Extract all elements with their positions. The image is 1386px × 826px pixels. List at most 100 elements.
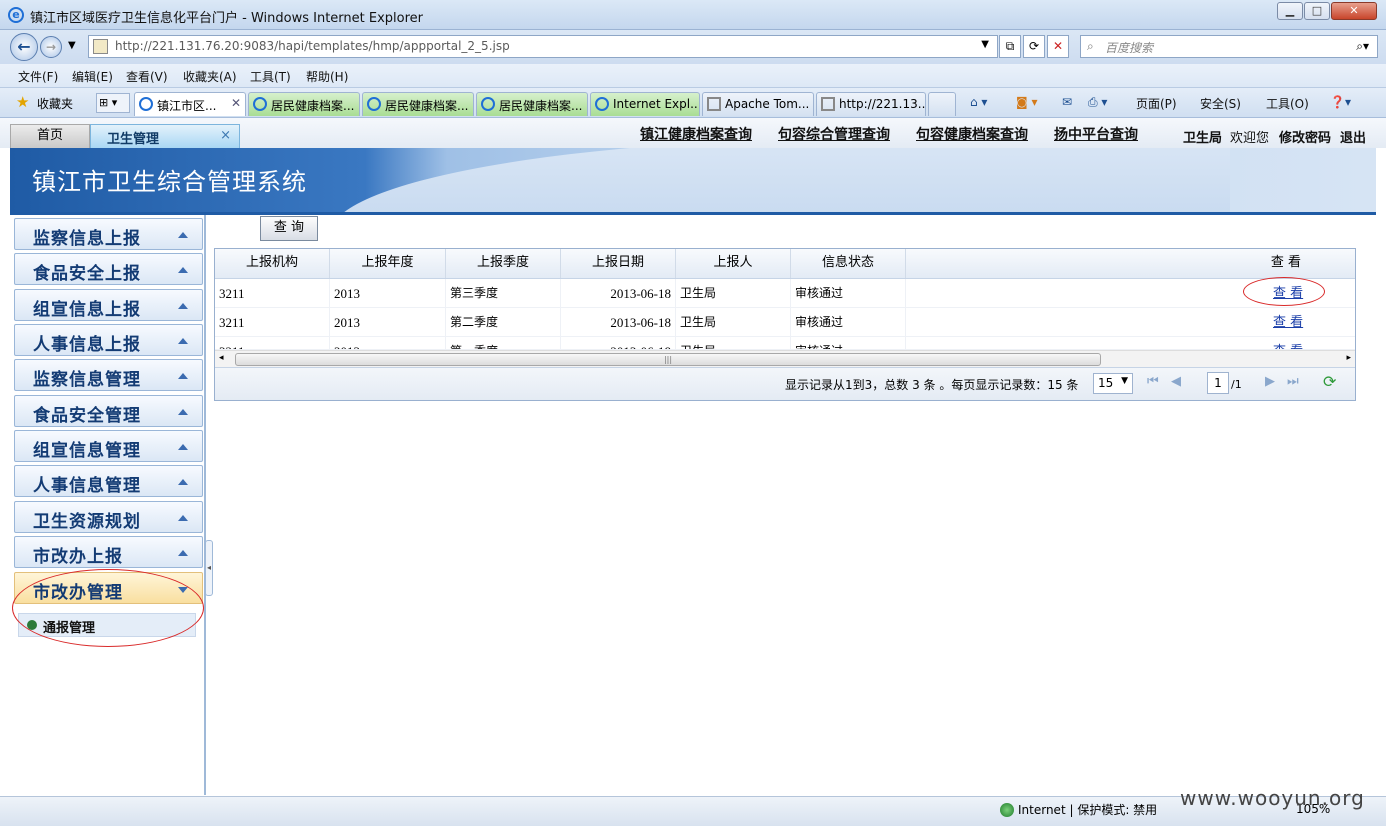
- collapse-arrow-icon: [178, 444, 188, 450]
- tab-home[interactable]: 首页: [10, 124, 90, 148]
- address-bar[interactable]: http://221.131.76.20:9083/hapi/templates…: [88, 35, 998, 58]
- view-link[interactable]: 查 看: [1269, 308, 1309, 337]
- new-tab-button[interactable]: [928, 92, 956, 116]
- print-icon[interactable]: ⎙ ▾: [1088, 95, 1107, 110]
- menu-view[interactable]: 查看(V): [126, 68, 168, 85]
- menu-bar: 文件(F) 编辑(E) 查看(V) 收藏夹(A) 工具(T) 帮助(H): [0, 64, 1386, 88]
- browser-tab-5[interactable]: Internet Expl...: [590, 92, 700, 116]
- collapse-arrow-icon: [178, 232, 188, 238]
- sidebar-item-personnel-report[interactable]: 人事信息上报: [14, 324, 203, 356]
- tab-health-management[interactable]: 卫生管理 ×: [90, 124, 240, 148]
- search-box[interactable]: ⌕ 百度搜索 ⌕▾: [1080, 35, 1378, 58]
- scroll-right-icon[interactable]: ▸: [1346, 353, 1351, 363]
- sidebar-item-publicity-management[interactable]: 组宣信息管理: [14, 430, 203, 462]
- next-page-icon[interactable]: ▶: [1265, 374, 1275, 389]
- mail-icon[interactable]: ✉: [1062, 95, 1072, 109]
- link-zhenjiang-health-records[interactable]: 镇江健康档案查询: [640, 124, 752, 144]
- sidebar-item-resource-planning[interactable]: 卫生资源规划: [14, 501, 203, 533]
- highlight-circle: [1243, 277, 1325, 306]
- menu-favorites[interactable]: 收藏夹(A): [183, 68, 237, 85]
- cell-status: 审核通过: [791, 337, 906, 349]
- refresh-icon[interactable]: ⟳: [1323, 372, 1336, 391]
- stop-icon[interactable]: ✕: [1047, 35, 1069, 58]
- sidebar-item-label: 监察信息上报: [33, 229, 141, 249]
- browser-tab-2[interactable]: 居民健康档案...: [248, 92, 360, 116]
- app-header: 首页 卫生管理 × 镇江健康档案查询 句容综合管理查询 句容健康档案查询 扬中平…: [0, 118, 1386, 148]
- collapse-arrow-icon: [178, 373, 188, 379]
- cell-reporter: 卫生局: [676, 308, 791, 337]
- home-icon[interactable]: ⌂ ▾: [970, 95, 987, 109]
- table-row[interactable]: 3211 2013 第三季度 2013-06-18 卫生局 审核通过 查 看: [215, 277, 1355, 308]
- sidebar-item-supervision-management[interactable]: 监察信息管理: [14, 359, 203, 391]
- menu-help[interactable]: 帮助(H): [306, 68, 348, 85]
- collapse-arrow-icon: [178, 515, 188, 521]
- sidebar-item-personnel-management[interactable]: 人事信息管理: [14, 465, 203, 497]
- history-dropdown-icon[interactable]: ▼: [68, 40, 76, 51]
- safety-menu[interactable]: 安全(S): [1200, 95, 1241, 112]
- link-yangzhong-platform[interactable]: 扬中平台查询: [1054, 124, 1138, 144]
- tools-menu[interactable]: 工具(O): [1266, 95, 1309, 112]
- sidebar-collapse-handle[interactable]: ◂: [205, 540, 213, 596]
- cell-date: 2013-06-18: [561, 337, 676, 349]
- sidebar-item-label: 食品安全上报: [33, 264, 141, 284]
- search-glass-icon: ⌕: [1087, 39, 1094, 53]
- change-password-link[interactable]: 修改密码: [1279, 127, 1331, 146]
- favorites-button[interactable]: 收藏夹: [37, 95, 73, 112]
- security-zone[interactable]: Internet | 保护模式: 禁用: [1018, 801, 1157, 818]
- minimize-button[interactable]: ▁: [1277, 2, 1303, 20]
- system-banner: 镇江市卫生综合管理系统: [10, 148, 1376, 214]
- first-page-icon[interactable]: ⏮: [1147, 374, 1159, 389]
- link-jurong-management[interactable]: 句容综合管理查询: [778, 124, 890, 144]
- query-button[interactable]: 查 询: [260, 216, 318, 241]
- close-button[interactable]: ✕: [1331, 2, 1377, 20]
- horizontal-scrollbar[interactable]: ◂ ||| ▸: [215, 350, 1355, 367]
- menu-edit[interactable]: 编辑(E): [72, 68, 113, 85]
- address-dropdown-icon[interactable]: ▼: [981, 39, 989, 50]
- column-header-status[interactable]: 信息状态: [791, 249, 906, 278]
- column-header-reporter[interactable]: 上报人: [676, 249, 791, 278]
- link-jurong-health-records[interactable]: 句容健康档案查询: [916, 124, 1028, 144]
- prev-page-icon[interactable]: ◀: [1171, 374, 1181, 389]
- sidebar-item-supervision-report[interactable]: 监察信息上报: [14, 218, 203, 250]
- cell-quarter: 第一季度: [446, 337, 561, 349]
- cell-reporter: 卫生局: [676, 337, 791, 349]
- scroll-left-icon[interactable]: ◂: [219, 353, 224, 363]
- last-page-icon[interactable]: ⏭: [1287, 374, 1299, 389]
- browser-tab-3[interactable]: 居民健康档案...: [362, 92, 474, 116]
- menu-tools[interactable]: 工具(T): [250, 68, 291, 85]
- search-go-icon[interactable]: ⌕▾: [1356, 39, 1369, 54]
- column-header-org[interactable]: 上报机构: [215, 249, 330, 278]
- quick-tabs-icon[interactable]: ⊞ ▾: [96, 93, 130, 113]
- column-header-date[interactable]: 上报日期: [561, 249, 676, 278]
- forward-button[interactable]: →: [40, 36, 62, 58]
- cell-status: 审核通过: [791, 279, 906, 308]
- sidebar-item-publicity-report[interactable]: 组宣信息上报: [14, 289, 203, 321]
- compatibility-icon[interactable]: ⧉: [999, 35, 1021, 58]
- page-menu[interactable]: 页面(P): [1136, 95, 1177, 112]
- scrollbar-thumb[interactable]: |||: [235, 353, 1101, 366]
- column-header-quarter[interactable]: 上报季度: [446, 249, 561, 278]
- browser-tab-1[interactable]: 镇江市区... ✕: [134, 92, 246, 116]
- table-row[interactable]: 3211 2013 第二季度 2013-06-18 卫生局 审核通过 查 看: [215, 308, 1355, 337]
- view-link[interactable]: 查 看: [1269, 337, 1309, 349]
- refresh-icon[interactable]: ⟳: [1023, 35, 1045, 58]
- table-row[interactable]: 3211 2013 第一季度 2013-06-18 卫生局 审核通过 查 看: [215, 337, 1355, 350]
- column-header-view[interactable]: 查 看: [906, 249, 1355, 278]
- help-icon[interactable]: ❓▾: [1330, 95, 1351, 109]
- browser-tab-6[interactable]: Apache Tom...: [702, 92, 814, 116]
- tab-close-icon[interactable]: ×: [220, 128, 231, 143]
- column-header-year[interactable]: 上报年度: [330, 249, 446, 278]
- page-size-select[interactable]: 15 ▼: [1093, 373, 1133, 394]
- page-number-input[interactable]: 1: [1207, 372, 1229, 394]
- sidebar-item-reform-report[interactable]: 市改办上报: [14, 536, 203, 568]
- back-button[interactable]: ←: [10, 33, 38, 61]
- feeds-icon[interactable]: ◙ ▾: [1016, 95, 1037, 109]
- cell-quarter: 第三季度: [446, 279, 561, 308]
- sidebar-item-food-safety-report[interactable]: 食品安全上报: [14, 253, 203, 285]
- menu-file[interactable]: 文件(F): [18, 68, 58, 85]
- browser-tab-7[interactable]: http://221.13...: [816, 92, 926, 116]
- logout-link[interactable]: 退出: [1340, 127, 1366, 146]
- maximize-button[interactable]: □: [1304, 2, 1330, 20]
- browser-tab-4[interactable]: 居民健康档案...: [476, 92, 588, 116]
- sidebar-item-food-safety-management[interactable]: 食品安全管理: [14, 395, 203, 427]
